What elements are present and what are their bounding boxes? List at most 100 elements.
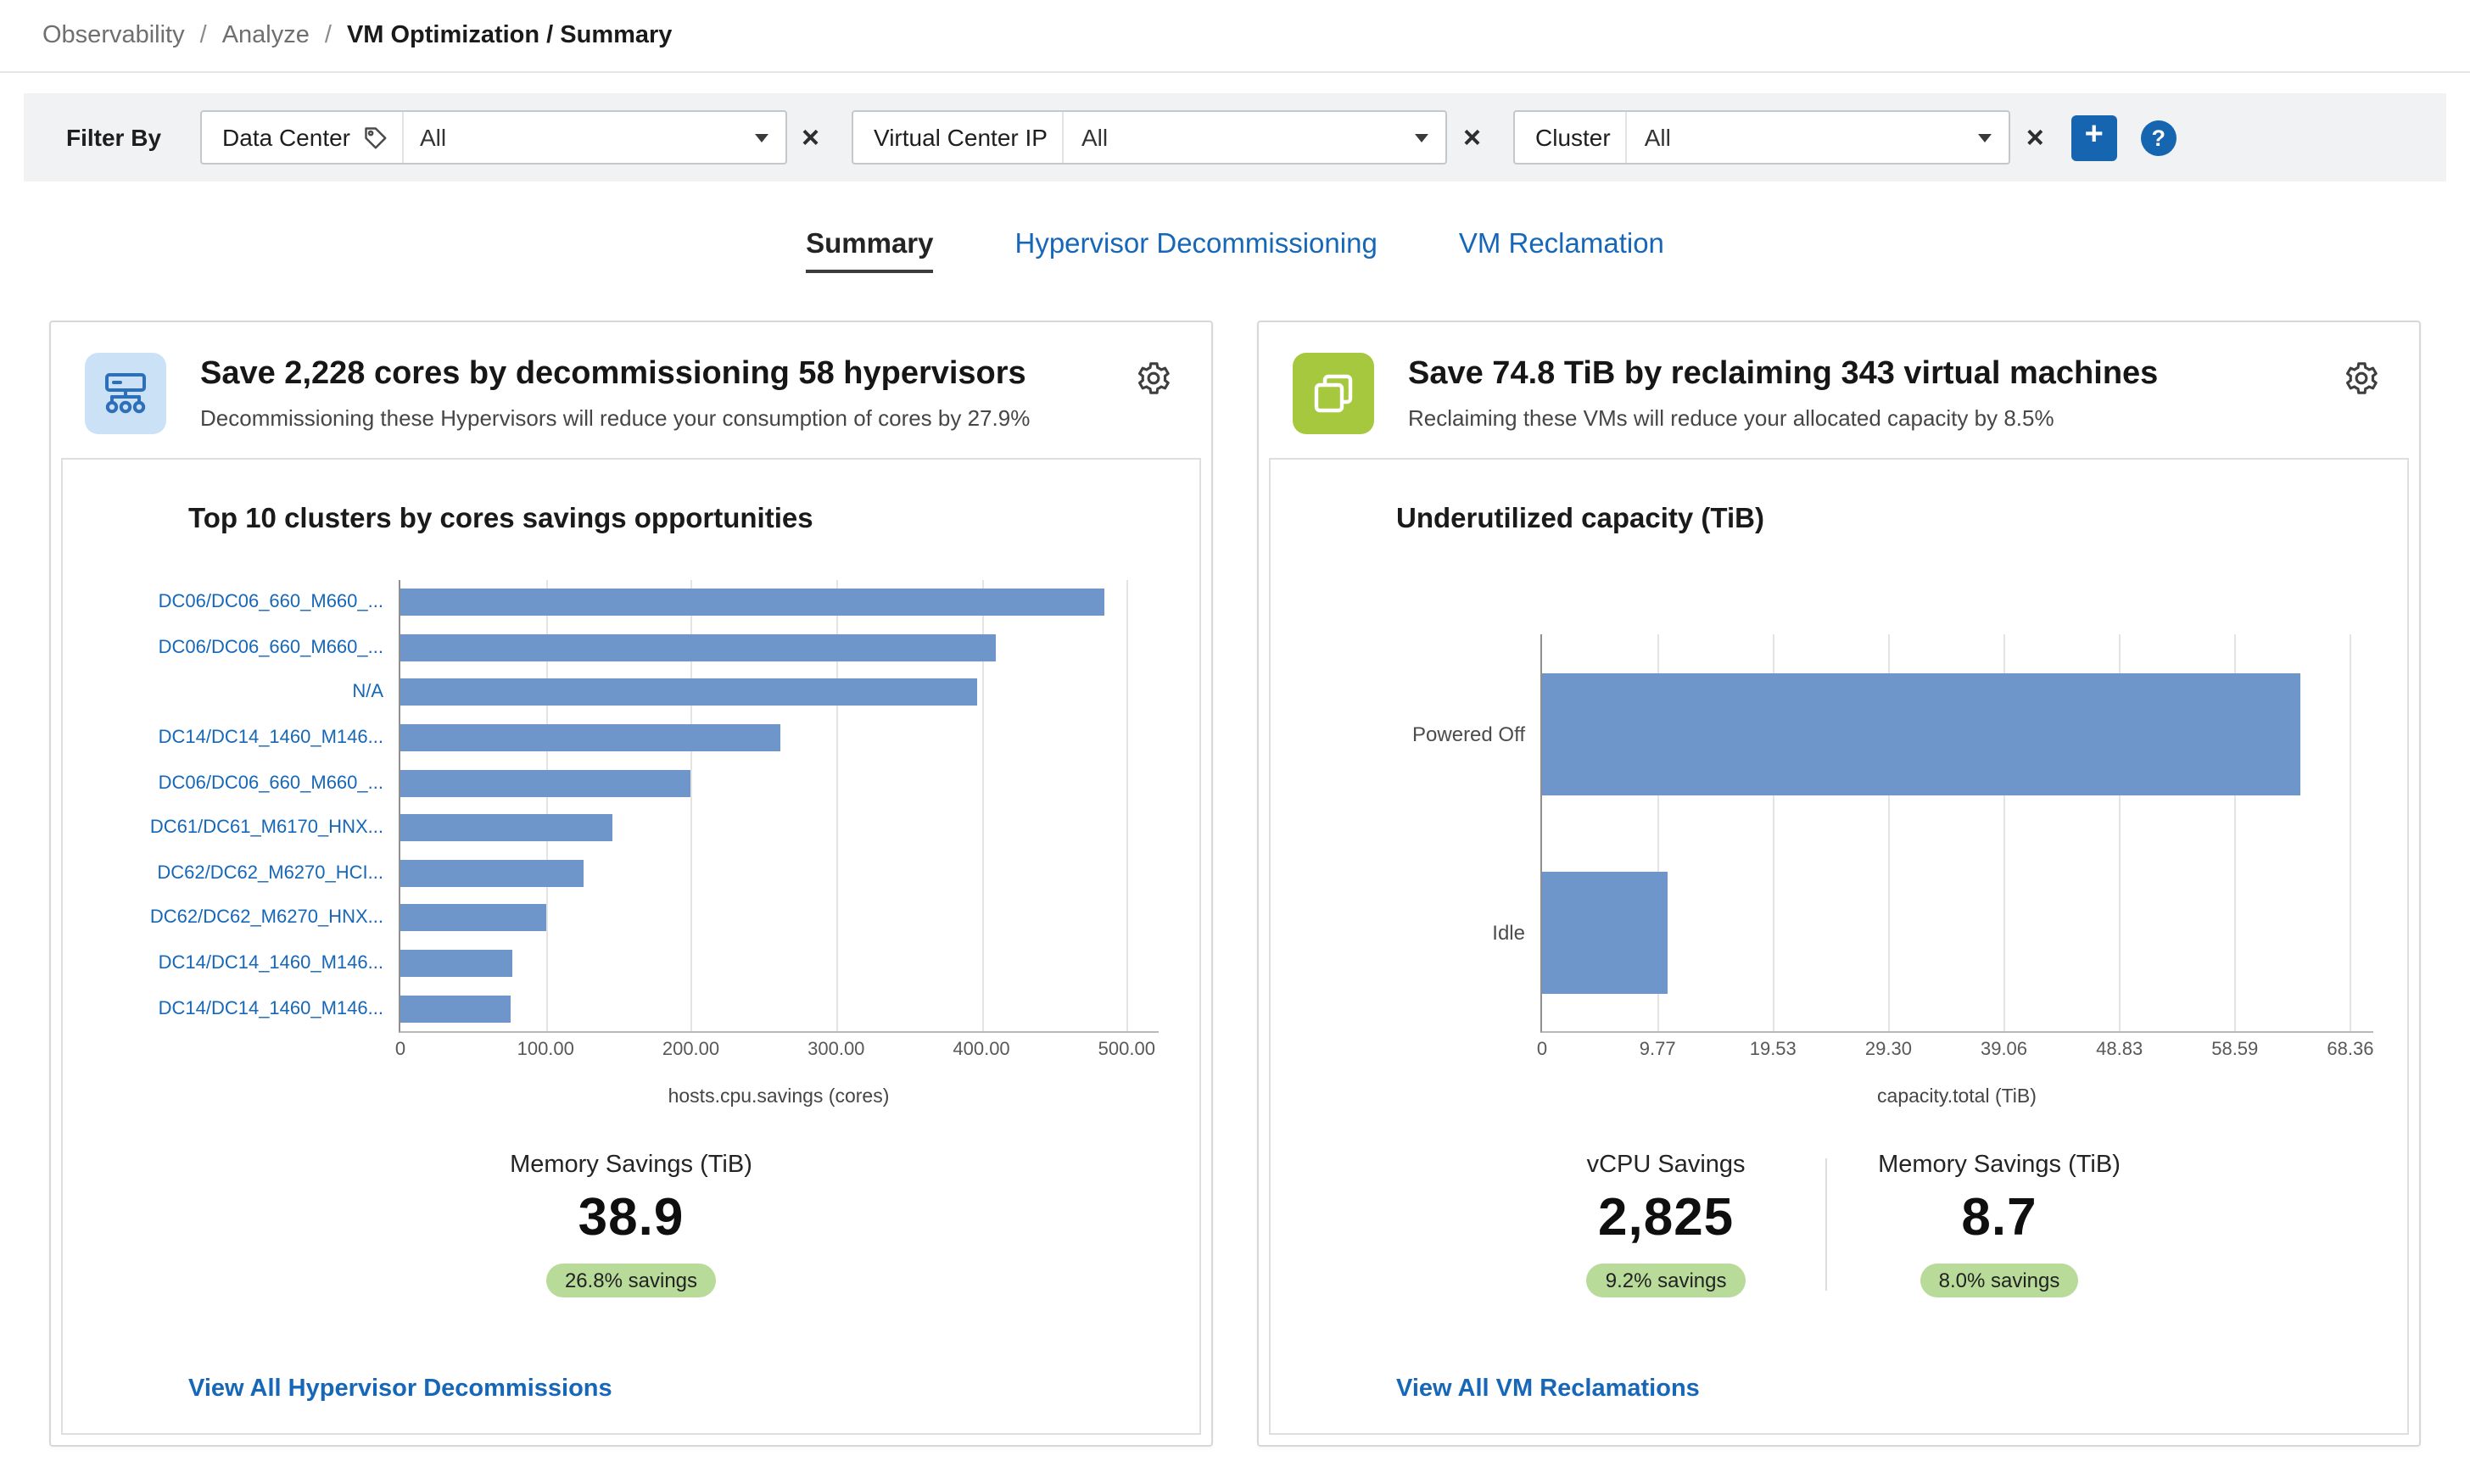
- filter-bar: Filter By Data CenterAll×Virtual Center …: [24, 93, 2446, 181]
- bar: [400, 950, 512, 977]
- hypervisor-icon: [85, 353, 166, 434]
- hypervisor-decommission-card: Save 2,228 cores by decommissioning 58 h…: [49, 321, 1213, 1447]
- vm-optimization-page: Observability / Analyze / VM Optimizatio…: [0, 0, 2470, 1484]
- card-header: Save 2,228 cores by decommissioning 58 h…: [51, 322, 1211, 455]
- gear-icon[interactable]: [1135, 360, 1172, 397]
- clear-cluster-filter-button[interactable]: ×: [2023, 122, 2048, 153]
- bar: [1542, 672, 2301, 795]
- bar: [400, 815, 612, 842]
- filter-data-center: Data Center All: [200, 110, 786, 165]
- stat-memory-savings-tib: Memory Savings (TiB)38.926.8% savings: [459, 1152, 803, 1297]
- vm-reclamation-card: Save 74.8 TiB by reclaiming 343 virtual …: [1257, 321, 2421, 1447]
- stat-label: Memory Savings (TiB): [1878, 1152, 2121, 1179]
- x-tick-label: 300.00: [808, 1040, 864, 1060]
- virtual-machine-icon: [1293, 353, 1374, 434]
- chevron-down-icon: [754, 133, 768, 142]
- savings-badge: 26.8% savings: [546, 1264, 716, 1297]
- chart-title: Underutilized capacity (TiB): [1396, 504, 2407, 536]
- tabs: Summary Hypervisor Decommissioning VM Recl…: [0, 229, 2470, 283]
- filter-controls: Data CenterAll×Virtual Center IPAll×Clus…: [200, 110, 2048, 165]
- filter-group-virtual-center-ip: Virtual Center IPAll ×: [852, 110, 1484, 165]
- tab-vm-reclamation[interactable]: VM Reclamation: [1459, 229, 1664, 261]
- filter-label: Cluster: [1515, 112, 1626, 163]
- clear-virtual-center-ip-filter-button[interactable]: ×: [1460, 122, 1484, 153]
- help-icon[interactable]: ?: [2141, 120, 2177, 155]
- gear-icon[interactable]: [2343, 360, 2380, 397]
- card-head-text: Save 74.8 TiB by reclaiming 343 virtual …: [1408, 353, 2158, 431]
- view-all-hypervisor-decommissions-link[interactable]: View All Hypervisor Decommissions: [188, 1375, 612, 1403]
- tab-summary[interactable]: Summary: [806, 229, 933, 273]
- stat-label: Memory Savings (TiB): [510, 1152, 752, 1179]
- add-filter-button[interactable]: +: [2071, 114, 2117, 160]
- x-tick-label: 29.30: [1865, 1040, 1912, 1060]
- bar-label[interactable]: DC14/DC14_1460_M146...: [63, 941, 399, 986]
- savings-badge: 8.0% savings: [1920, 1264, 2079, 1297]
- plot-area: 0100.00200.00300.00400.00500.00: [399, 580, 1159, 1033]
- tag-icon: [362, 126, 386, 149]
- vm-stats: vCPU Savings2,8259.2% savings Memory Savi…: [1271, 1152, 2407, 1297]
- x-tick-label: 0: [1537, 1040, 1547, 1060]
- filter-by-label: Filter By: [66, 124, 161, 151]
- breadcrumb-current: VM Optimization / Summary: [347, 22, 673, 49]
- chevron-down-icon: [1979, 133, 1992, 142]
- bar-label: Powered Off: [1271, 634, 1540, 833]
- bar: [400, 769, 691, 796]
- card-subtitle: Reclaiming these VMs will reduce your al…: [1408, 405, 2158, 431]
- summary-cards: Save 2,228 cores by decommissioning 58 h…: [49, 321, 2421, 1447]
- card-panel: Underutilized capacity (TiB) Powered Off…: [1269, 458, 2409, 1435]
- filter-label: Virtual Center IP: [853, 112, 1063, 163]
- chart-title: Top 10 clusters by cores savings opportu…: [188, 504, 1199, 536]
- clear-data-center-filter-button[interactable]: ×: [798, 122, 823, 153]
- chevron-down-icon: [1416, 133, 1429, 142]
- x-tick-label: 400.00: [953, 1040, 1009, 1060]
- underutilized-capacity-chart: Powered OffIdle09.7719.5329.3039.0648.83…: [1271, 634, 2407, 1107]
- bar-label: Idle: [1271, 833, 1540, 1031]
- filter-data-center-dropdown[interactable]: All: [401, 112, 785, 163]
- bar: [1542, 871, 1668, 993]
- card-subtitle: Decommissioning these Hypervisors will r…: [200, 405, 1030, 431]
- bar-label[interactable]: DC06/DC06_660_M660_...: [63, 625, 399, 670]
- filter-virtual-center-ip-dropdown[interactable]: All: [1063, 112, 1446, 163]
- view-all-vm-reclamations-link[interactable]: View All VM Reclamations: [1396, 1375, 1700, 1403]
- x-tick-label: 58.59: [2211, 1040, 2258, 1060]
- breadcrumb-analyze[interactable]: Analyze: [222, 22, 310, 49]
- stat-value: 8.7: [1961, 1187, 2037, 1248]
- x-tick-label: 9.77: [1640, 1040, 1676, 1060]
- filter-group-data-center: Data Center All ×: [200, 110, 823, 165]
- x-axis-title: capacity.total (TiB): [1540, 1087, 2373, 1107]
- filter-cluster: ClusterAll: [1513, 110, 2011, 165]
- bar-label[interactable]: DC61/DC61_M6170_HNX...: [63, 806, 399, 851]
- breadcrumb: Observability / Analyze / VM Optimizatio…: [0, 0, 2470, 73]
- tab-hypervisor-decommissioning[interactable]: Hypervisor Decommissioning: [1015, 229, 1378, 261]
- breadcrumb-separator: /: [200, 22, 207, 49]
- stat-label: vCPU Savings: [1587, 1152, 1746, 1179]
- filter-cluster-dropdown[interactable]: All: [1626, 112, 2009, 163]
- filter-virtual-center-ip: Virtual Center IPAll: [852, 110, 1448, 165]
- bar-label[interactable]: DC06/DC06_660_M660_...: [63, 580, 399, 625]
- card-title: Save 74.8 TiB by reclaiming 343 virtual …: [1408, 356, 2158, 393]
- bar-label[interactable]: DC06/DC06_660_M660_...: [63, 761, 399, 806]
- plot-area: 09.7719.5329.3039.0648.8358.5968.36: [1540, 634, 2373, 1033]
- x-tick-label: 200.00: [662, 1040, 719, 1060]
- breadcrumb-observability[interactable]: Observability: [42, 22, 185, 49]
- bar-label[interactable]: DC14/DC14_1460_M146...: [63, 986, 399, 1031]
- stat-vcpu-savings: vCPU Savings2,8259.2% savings: [1506, 1152, 1825, 1297]
- bar-label[interactable]: DC14/DC14_1460_M146...: [63, 716, 399, 761]
- bar: [400, 905, 547, 932]
- bar-label[interactable]: DC62/DC62_M6270_HCI...: [63, 851, 399, 895]
- bar: [400, 724, 781, 751]
- bar-label[interactable]: N/A: [63, 670, 399, 715]
- filter-group-cluster: ClusterAll ×: [1513, 110, 2048, 165]
- card-panel: Top 10 clusters by cores savings opportu…: [61, 458, 1201, 1435]
- filter-value: All: [420, 124, 446, 151]
- filter-label: Data Center: [202, 112, 401, 163]
- x-axis-title: hosts.cpu.savings (cores): [399, 1087, 1159, 1107]
- cores-savings-chart: DC06/DC06_660_M660_...DC06/DC06_660_M660…: [63, 580, 1199, 1107]
- bar: [400, 995, 511, 1022]
- bar: [400, 860, 584, 887]
- bar-label[interactable]: DC62/DC62_M6270_HNX...: [63, 895, 399, 940]
- x-tick-label: 48.83: [2096, 1040, 2143, 1060]
- x-tick-label: 39.06: [1981, 1040, 2027, 1060]
- bar: [400, 679, 977, 706]
- x-tick-label: 19.53: [1750, 1040, 1797, 1060]
